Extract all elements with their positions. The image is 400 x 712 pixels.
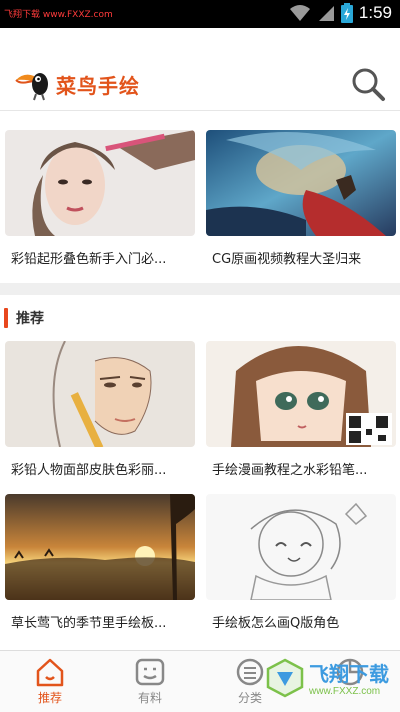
video-thumbnail xyxy=(5,130,195,236)
video-card[interactable]: 彩铅人物面部皮肤色彩丽... xyxy=(5,341,195,478)
section-header: 推荐 xyxy=(4,307,44,329)
list-icon xyxy=(236,658,264,686)
section-divider xyxy=(0,283,400,295)
status-icons: 1:59 xyxy=(289,3,392,23)
video-thumbnail xyxy=(5,494,195,600)
video-card[interactable]: 彩铅起形叠色新手入门必... xyxy=(5,130,195,267)
status-watermark: 飞翔下载 www.FXXZ.com xyxy=(4,10,113,20)
video-title: CG原画视频教程大圣归来 xyxy=(212,252,362,267)
tab-recommend[interactable]: 推荐 xyxy=(0,651,100,712)
video-title: 彩铅人物面部皮肤色彩丽... xyxy=(11,463,167,478)
app-logo-text: 菜鸟手绘 xyxy=(56,73,140,98)
video-thumbnail xyxy=(5,341,195,447)
tab-label: 有料 xyxy=(137,691,162,705)
search-button[interactable] xyxy=(350,66,386,102)
home-icon xyxy=(36,658,64,687)
status-bar: 飞翔下载 www.FXXZ.com 1:59 xyxy=(0,0,400,28)
watermark-logo: 飞翔下载 www.FXXZ.com xyxy=(265,654,395,704)
smile-box-icon xyxy=(135,658,165,686)
signal-icon xyxy=(318,6,334,21)
toucan-bird-icon xyxy=(15,73,48,101)
video-card[interactable]: 草长莺飞的季节里手绘板... xyxy=(5,494,195,631)
section-title: 推荐 xyxy=(16,311,44,327)
video-thumbnail xyxy=(206,130,396,236)
video-thumbnail xyxy=(206,341,396,447)
status-time: 1:59 xyxy=(358,3,392,22)
app-header: 菜鸟手绘 xyxy=(0,28,400,111)
video-title: 彩铅起形叠色新手入门必... xyxy=(11,252,167,267)
watermark-text: 飞翔下载 xyxy=(309,662,389,686)
tab-youliao[interactable]: 有料 xyxy=(100,651,200,712)
video-title: 手绘板怎么画Q版角色 xyxy=(212,616,340,631)
watermark-badge-icon xyxy=(266,658,304,698)
watermark-url: www.FXXZ.com xyxy=(309,686,381,697)
app-logo: 菜鸟手绘 xyxy=(14,66,140,102)
video-thumbnail xyxy=(206,494,396,600)
video-card[interactable]: CG原画视频教程大圣归来 xyxy=(206,130,396,267)
section-accent-bar xyxy=(4,308,8,328)
video-title: 草长莺飞的季节里手绘板... xyxy=(11,616,167,631)
wifi-icon xyxy=(289,5,310,21)
search-icon xyxy=(352,68,385,101)
video-title: 手绘漫画教程之水彩铅笔... xyxy=(212,463,368,478)
battery-icon xyxy=(340,3,353,23)
tab-label: 推荐 xyxy=(37,691,62,705)
video-card[interactable]: 手绘漫画教程之水彩铅笔... xyxy=(206,341,396,478)
video-card[interactable]: 手绘板怎么画Q版角色 xyxy=(206,494,396,631)
